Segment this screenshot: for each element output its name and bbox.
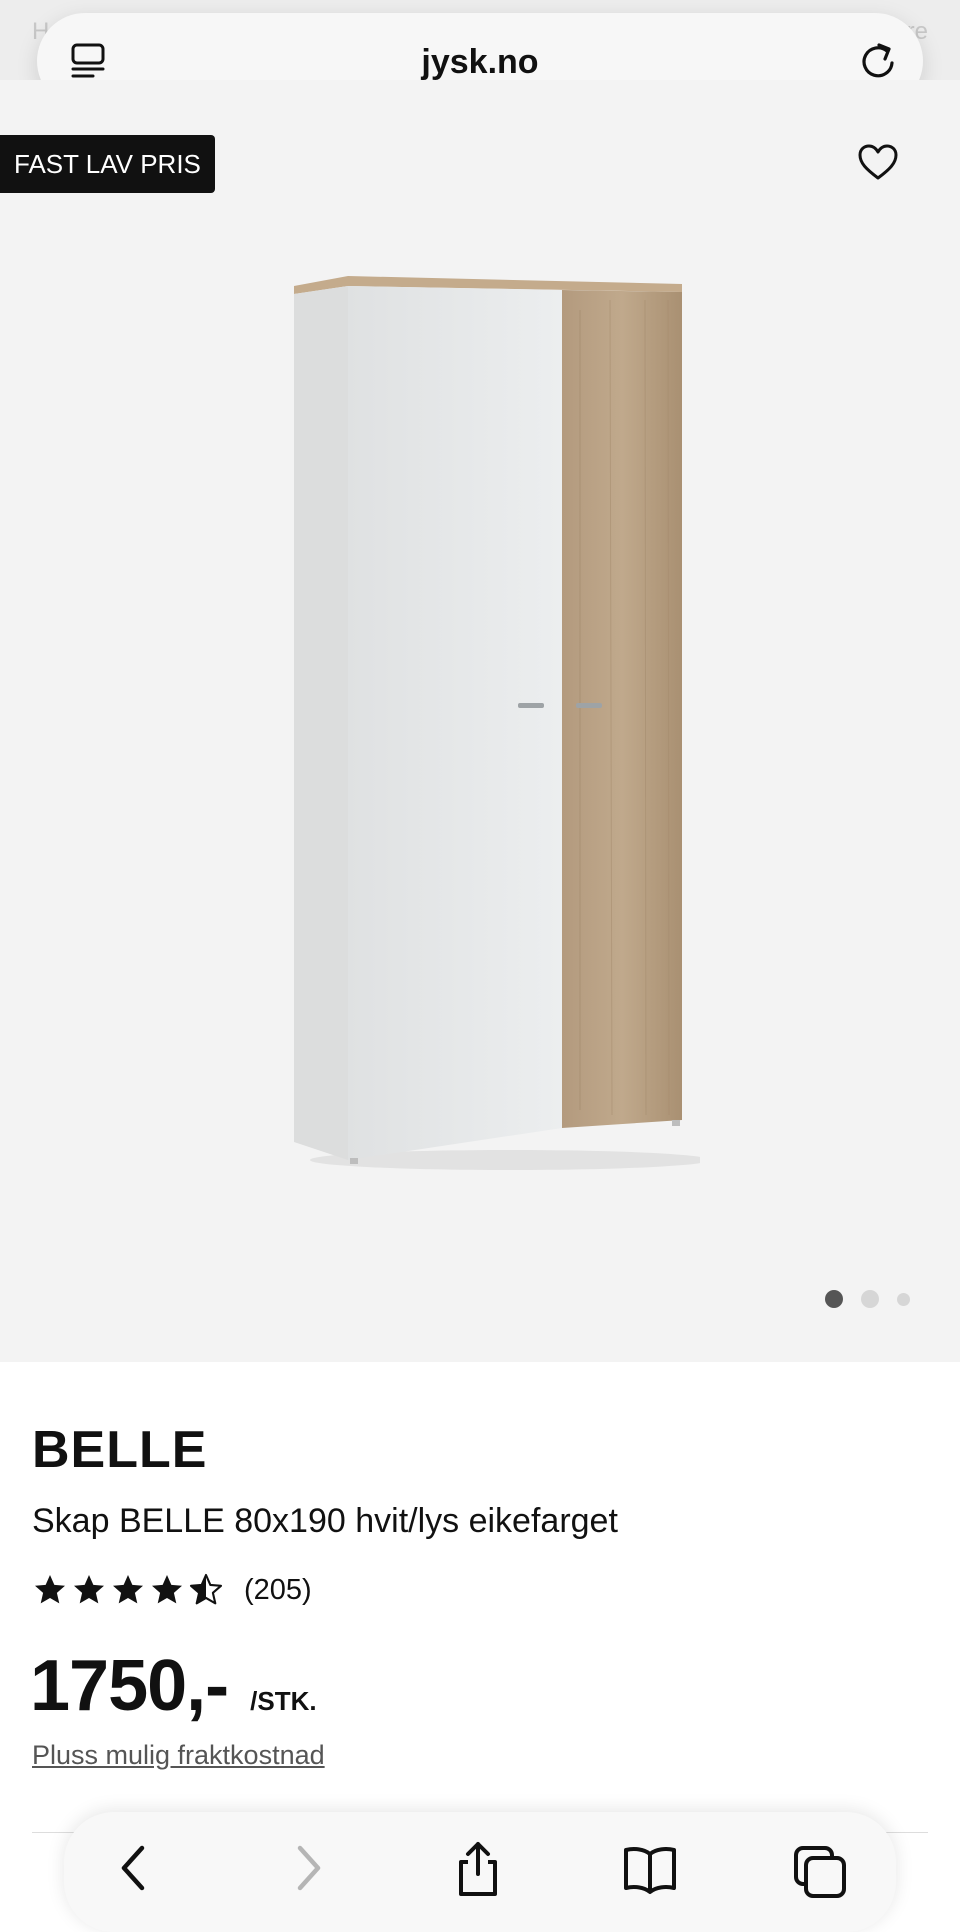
share-icon[interactable] bbox=[448, 1838, 508, 1898]
chevron-right-icon[interactable] bbox=[278, 1838, 338, 1898]
star-icon bbox=[152, 1575, 182, 1604]
gallery-dot-3[interactable] bbox=[897, 1292, 910, 1306]
star-icon bbox=[113, 1575, 143, 1604]
price-row: 1750,- /STK. bbox=[30, 1645, 317, 1727]
product-title: Skap BELLE 80x190 hvit/lys eikefarget bbox=[32, 1502, 618, 1540]
gallery-pagination[interactable] bbox=[825, 1290, 910, 1308]
price-unit: /STK. bbox=[250, 1686, 317, 1716]
half-star-icon bbox=[189, 1573, 223, 1605]
gallery-dot-1[interactable] bbox=[825, 1290, 843, 1308]
book-icon[interactable] bbox=[620, 1838, 680, 1898]
gallery-dot-2[interactable] bbox=[861, 1290, 879, 1308]
chevron-left-icon[interactable] bbox=[104, 1838, 164, 1898]
tabs-icon[interactable] bbox=[790, 1838, 850, 1898]
star-icon bbox=[35, 1575, 65, 1604]
shipping-cost-link[interactable]: Pluss mulig fraktkostnad bbox=[32, 1740, 325, 1771]
star-icon bbox=[74, 1575, 104, 1604]
url-text[interactable]: jysk.no bbox=[37, 43, 923, 82]
product-brand: BELLE bbox=[32, 1421, 208, 1479]
product-price: 1750,- bbox=[30, 1646, 229, 1726]
wardrobe-image bbox=[294, 276, 700, 1170]
product-gallery[interactable]: FAST LAV PRIS bbox=[0, 80, 960, 1362]
product-rating[interactable]: (205) bbox=[32, 1572, 312, 1608]
price-badge: FAST LAV PRIS bbox=[0, 135, 215, 193]
browser-toolbar bbox=[64, 1812, 896, 1932]
review-count[interactable]: (205) bbox=[244, 1574, 312, 1607]
reload-icon[interactable] bbox=[855, 37, 903, 85]
heart-icon[interactable] bbox=[856, 142, 900, 182]
rating-stars bbox=[32, 1572, 224, 1608]
